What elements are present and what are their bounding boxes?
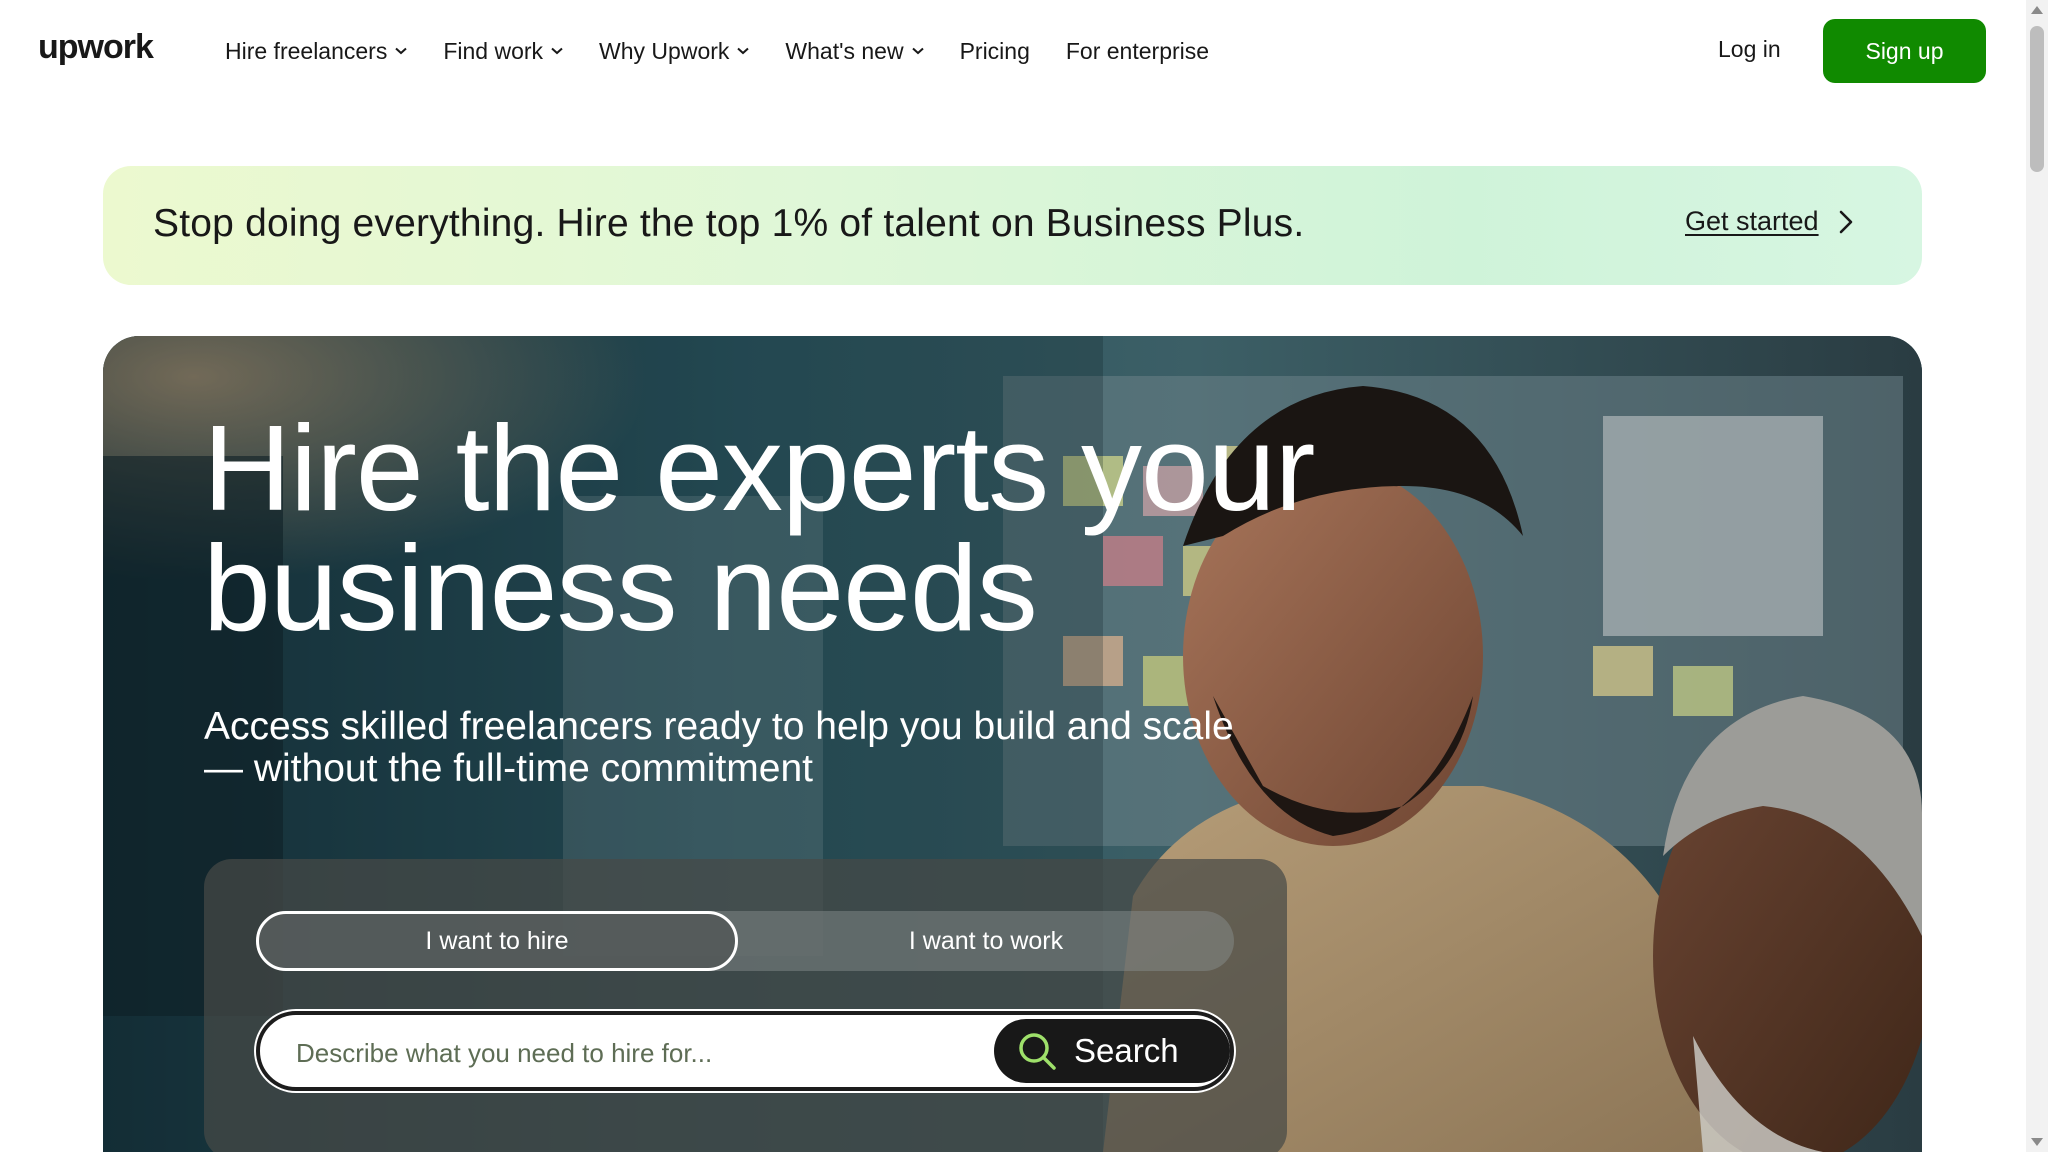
- nav-why-upwork[interactable]: Why Upwork: [599, 37, 750, 65]
- search-input[interactable]: [296, 1033, 986, 1073]
- login-link[interactable]: Log in: [1718, 36, 1781, 63]
- toggle-label: I want to hire: [425, 926, 569, 955]
- toggle-want-to-work[interactable]: I want to work: [738, 911, 1234, 971]
- page-scrollbar[interactable]: [2026, 0, 2048, 1152]
- get-started-link[interactable]: Get started: [1685, 206, 1855, 237]
- nav-item-label: Find work: [443, 37, 544, 64]
- nav-item-label: Why Upwork: [599, 37, 730, 64]
- nav-item-label: Pricing: [959, 37, 1030, 64]
- chevron-right-icon: [1839, 209, 1855, 235]
- site-header: upwork Hire freelancers Find work Why Up…: [0, 0, 2026, 102]
- nav-item-label: Hire freelancers: [225, 37, 388, 64]
- scroll-up-arrow-icon[interactable]: [2031, 6, 2043, 14]
- search-panel: I want to hire I want to work Search: [204, 859, 1287, 1152]
- nav-pricing[interactable]: Pricing: [960, 38, 1030, 65]
- scrollbar-thumb[interactable]: [2030, 26, 2044, 172]
- hero-title-line-1: Hire the experts your: [203, 400, 1315, 536]
- signup-button-label: Sign up: [1865, 37, 1944, 64]
- search-button[interactable]: Search: [994, 1019, 1230, 1083]
- toggle-want-to-hire[interactable]: I want to hire: [256, 911, 738, 971]
- hire-work-toggle: I want to hire I want to work: [256, 911, 1234, 971]
- hero-subtitle: Access skilled freelancers ready to help…: [204, 705, 1234, 790]
- scroll-down-arrow-icon[interactable]: [2031, 1138, 2043, 1146]
- nav-whats-new[interactable]: What's new: [785, 37, 924, 65]
- chevron-down-icon: [551, 45, 563, 57]
- nav-find-work[interactable]: Find work: [443, 38, 563, 65]
- chevron-down-icon: [395, 45, 408, 57]
- chevron-down-icon: [737, 45, 750, 57]
- nav-item-label: What's new: [785, 37, 904, 64]
- chevron-down-icon: [911, 45, 924, 57]
- svg-text:upwork: upwork: [38, 32, 154, 66]
- nav-item-label: For enterprise: [1065, 37, 1210, 64]
- hero-title-line-2: business needs: [203, 520, 1038, 656]
- upwork-logo[interactable]: upwork: [38, 30, 170, 70]
- promo-text: Stop doing everything. Hire the top 1% o…: [153, 202, 1305, 245]
- search-icon: [1016, 1030, 1058, 1072]
- promo-banner: Stop doing everything. Hire the top 1% o…: [103, 166, 1922, 285]
- hero-title: Hire the experts your business needs: [203, 400, 1315, 656]
- search-box: Search: [256, 1011, 1234, 1091]
- toggle-label: I want to work: [908, 926, 1064, 955]
- signup-button[interactable]: Sign up: [1823, 19, 1986, 83]
- search-button-label: Search: [1074, 1032, 1179, 1069]
- upwork-logo-mark: upwork: [38, 32, 155, 66]
- nav-for-enterprise[interactable]: For enterprise: [1066, 38, 1209, 65]
- get-started-label: Get started: [1685, 206, 1819, 236]
- hero-section: Hire the experts your business needs Acc…: [103, 336, 1922, 1152]
- nav-hire-freelancers[interactable]: Hire freelancers: [225, 37, 408, 65]
- main-nav: Hire freelancers Find work Why Upwork Wh…: [225, 28, 1245, 74]
